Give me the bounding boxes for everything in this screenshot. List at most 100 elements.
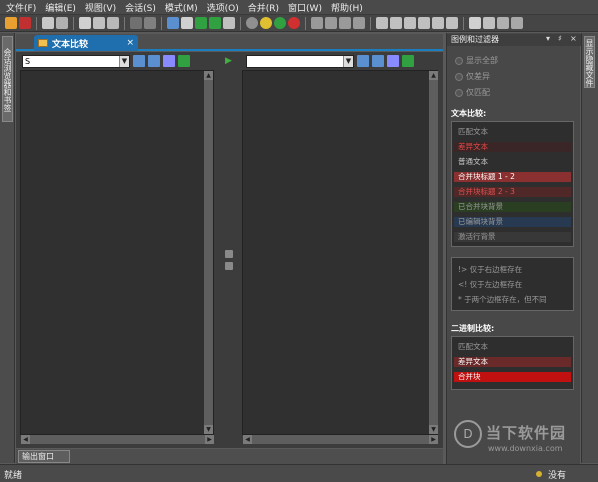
scroll-left-icon[interactable]: ◀ bbox=[243, 435, 252, 444]
save-file-icon[interactable] bbox=[163, 55, 175, 67]
menu-file[interactable]: 文件(F) bbox=[6, 1, 36, 14]
left-vertical-scrollbar[interactable]: ▲ ▼ bbox=[204, 71, 213, 434]
scroll-up-icon[interactable]: ▲ bbox=[204, 71, 213, 80]
prev-icon[interactable] bbox=[274, 17, 286, 29]
menu-view[interactable]: 视图(V) bbox=[85, 1, 116, 14]
browse-folder-icon[interactable] bbox=[148, 55, 160, 67]
edit-text-icon[interactable] bbox=[178, 55, 190, 67]
radio-show-all[interactable]: 显示全部 bbox=[455, 55, 498, 66]
close-icon[interactable]: × bbox=[126, 38, 134, 48]
copy-right-icon[interactable] bbox=[390, 17, 402, 29]
menu-window[interactable]: 窗口(W) bbox=[288, 1, 322, 14]
menu-session[interactable]: 会话(S) bbox=[125, 1, 156, 14]
left-file-path-combo[interactable]: S ▼ bbox=[22, 54, 130, 68]
show-hidden-files-tab[interactable]: 显示隐藏文件 bbox=[584, 36, 595, 88]
legend-edited-block-bg: 已编辑块背景 bbox=[454, 217, 571, 227]
rules-icon[interactable] bbox=[130, 17, 142, 29]
save-icon[interactable] bbox=[42, 17, 54, 29]
legend-merged-block-bg: 已合并块背景 bbox=[454, 202, 571, 212]
menu-options[interactable]: 选项(O) bbox=[207, 1, 239, 14]
edit-icon[interactable] bbox=[497, 17, 509, 29]
radio-dot bbox=[455, 56, 463, 65]
menu-help[interactable]: 帮助(H) bbox=[331, 1, 363, 14]
scroll-right-icon[interactable]: ▶ bbox=[429, 435, 438, 444]
up-arrow-icon[interactable] bbox=[325, 17, 337, 29]
edit-text-icon[interactable] bbox=[402, 55, 414, 67]
gutter-up-icon[interactable] bbox=[225, 250, 233, 258]
save-file-icon[interactable] bbox=[387, 55, 399, 67]
toolbar-separator bbox=[73, 16, 74, 30]
settings-icon[interactable] bbox=[511, 17, 523, 29]
reload-icon[interactable] bbox=[483, 17, 495, 29]
menu-bar: 文件(F) 编辑(E) 视图(V) 会话(S) 模式(M) 选项(O) 合并(R… bbox=[0, 0, 598, 15]
swap-icon[interactable] bbox=[181, 17, 193, 29]
chevron-down-icon[interactable]: ▼ bbox=[343, 55, 353, 67]
stop-icon[interactable] bbox=[288, 17, 300, 29]
next-icon[interactable] bbox=[260, 17, 272, 29]
open-session-icon[interactable] bbox=[19, 17, 31, 29]
status-right-text: 没有 bbox=[548, 471, 567, 481]
copy-left-icon[interactable] bbox=[376, 17, 388, 29]
menu-mode[interactable]: 模式(M) bbox=[165, 1, 198, 14]
right-vertical-scrollbar[interactable]: ▲ ▼ bbox=[429, 71, 438, 434]
legend-binary-diff: 差异文本 bbox=[454, 357, 571, 367]
copy-all-right-icon[interactable] bbox=[418, 17, 430, 29]
scroll-down-icon[interactable]: ▼ bbox=[204, 425, 213, 434]
menu-merge[interactable]: 合并(R) bbox=[248, 1, 279, 14]
text-compare-icon[interactable] bbox=[167, 17, 179, 29]
left-horizontal-scrollbar[interactable]: ◀ ▶ bbox=[21, 435, 214, 444]
scroll-left-icon[interactable]: ◀ bbox=[21, 435, 30, 444]
scroll-right-icon[interactable]: ▶ bbox=[205, 435, 214, 444]
radio-dot bbox=[455, 88, 463, 97]
bottom-tab-bar: 输出窗口 bbox=[16, 449, 443, 464]
toolbar-separator bbox=[161, 16, 162, 30]
browse-folder-icon[interactable] bbox=[372, 55, 384, 67]
legend-merge-header-2-3: 合并块标题 2 - 3 bbox=[454, 187, 571, 197]
merge-all-icon[interactable] bbox=[446, 17, 458, 29]
right-horizontal-scrollbar[interactable]: ◀ ▶ bbox=[243, 435, 438, 444]
home-icon[interactable] bbox=[246, 17, 258, 29]
left-arrow-icon[interactable] bbox=[339, 17, 351, 29]
right-pane-toolbar: ▼ bbox=[246, 54, 414, 68]
scroll-down-icon[interactable]: ▼ bbox=[429, 425, 438, 434]
tab-output-window[interactable]: 输出窗口 bbox=[18, 450, 70, 463]
toolbar-separator bbox=[240, 16, 241, 30]
chevron-down-icon[interactable]: ▼ bbox=[119, 55, 129, 67]
new-session-icon[interactable] bbox=[5, 17, 17, 29]
copy-all-left-icon[interactable] bbox=[404, 17, 416, 29]
tab-text-compare[interactable]: 文本比较 × bbox=[34, 35, 138, 51]
gutter-down-icon[interactable] bbox=[225, 262, 233, 270]
close-icon[interactable]: × bbox=[570, 34, 577, 43]
print-icon[interactable] bbox=[56, 17, 68, 29]
panel-menu-icon[interactable]: ▾ bbox=[546, 34, 550, 43]
copy-icon[interactable] bbox=[223, 17, 235, 29]
open-folder-icon[interactable] bbox=[133, 55, 145, 67]
status-text: 就绪 bbox=[4, 471, 23, 481]
pin-icon[interactable]: ♯ bbox=[558, 34, 562, 43]
merge-icon[interactable] bbox=[432, 17, 444, 29]
menu-edit[interactable]: 编辑(E) bbox=[45, 1, 76, 14]
open-folder-icon[interactable] bbox=[357, 55, 369, 67]
undo-icon[interactable] bbox=[469, 17, 481, 29]
toolbar-separator bbox=[305, 16, 306, 30]
diffs-icon[interactable] bbox=[93, 17, 105, 29]
right-text-pane[interactable] bbox=[242, 70, 438, 435]
format-icon[interactable] bbox=[144, 17, 156, 29]
symbol-legend: !> 仅于右边框存在 <! 仅于左边框存在 * 于两个边框存在，但不同 bbox=[451, 257, 574, 311]
all-icon[interactable] bbox=[79, 17, 91, 29]
logo-icon: D bbox=[454, 420, 482, 448]
folder-icon bbox=[38, 39, 48, 47]
down-arrow-icon[interactable] bbox=[311, 17, 323, 29]
session-browser-tab[interactable]: 会话浏览器和书签 bbox=[2, 36, 13, 122]
right-arrow-icon[interactable] bbox=[353, 17, 365, 29]
radio-diffs-only[interactable]: 仅差异 bbox=[455, 71, 490, 82]
right-file-path-combo[interactable]: ▼ bbox=[246, 54, 354, 68]
expand-icon[interactable] bbox=[195, 17, 207, 29]
collapse-icon[interactable] bbox=[209, 17, 221, 29]
same-icon[interactable] bbox=[107, 17, 119, 29]
left-text-pane[interactable] bbox=[20, 70, 214, 435]
play-icon[interactable]: ▶ bbox=[225, 56, 232, 66]
scroll-up-icon[interactable]: ▲ bbox=[429, 71, 438, 80]
legend-active-line-bg: 激活行背景 bbox=[454, 232, 571, 242]
radio-same-only[interactable]: 仅匹配 bbox=[455, 87, 490, 98]
